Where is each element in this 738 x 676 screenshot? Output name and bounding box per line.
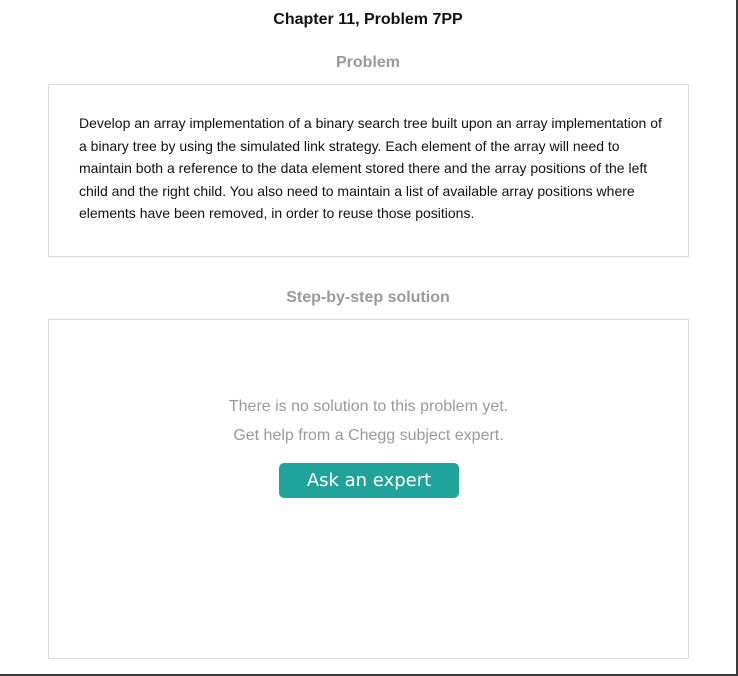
chapter-title: Chapter 11, Problem 7PP [273, 11, 463, 28]
expert-help-message: Get help from a Chegg subject expert. [233, 427, 504, 444]
solution-card: There is no solution to this problem yet… [48, 319, 689, 659]
ask-expert-button[interactable]: Ask an expert [279, 463, 459, 498]
no-solution-message: There is no solution to this problem yet… [228, 398, 509, 415]
solution-heading: Step-by-step solution [286, 289, 450, 306]
problem-card: Develop an array implementation of a bin… [48, 84, 689, 257]
problem-text: Develop an array implementation of a bin… [79, 115, 662, 221]
problem-heading: Problem [335, 54, 400, 71]
